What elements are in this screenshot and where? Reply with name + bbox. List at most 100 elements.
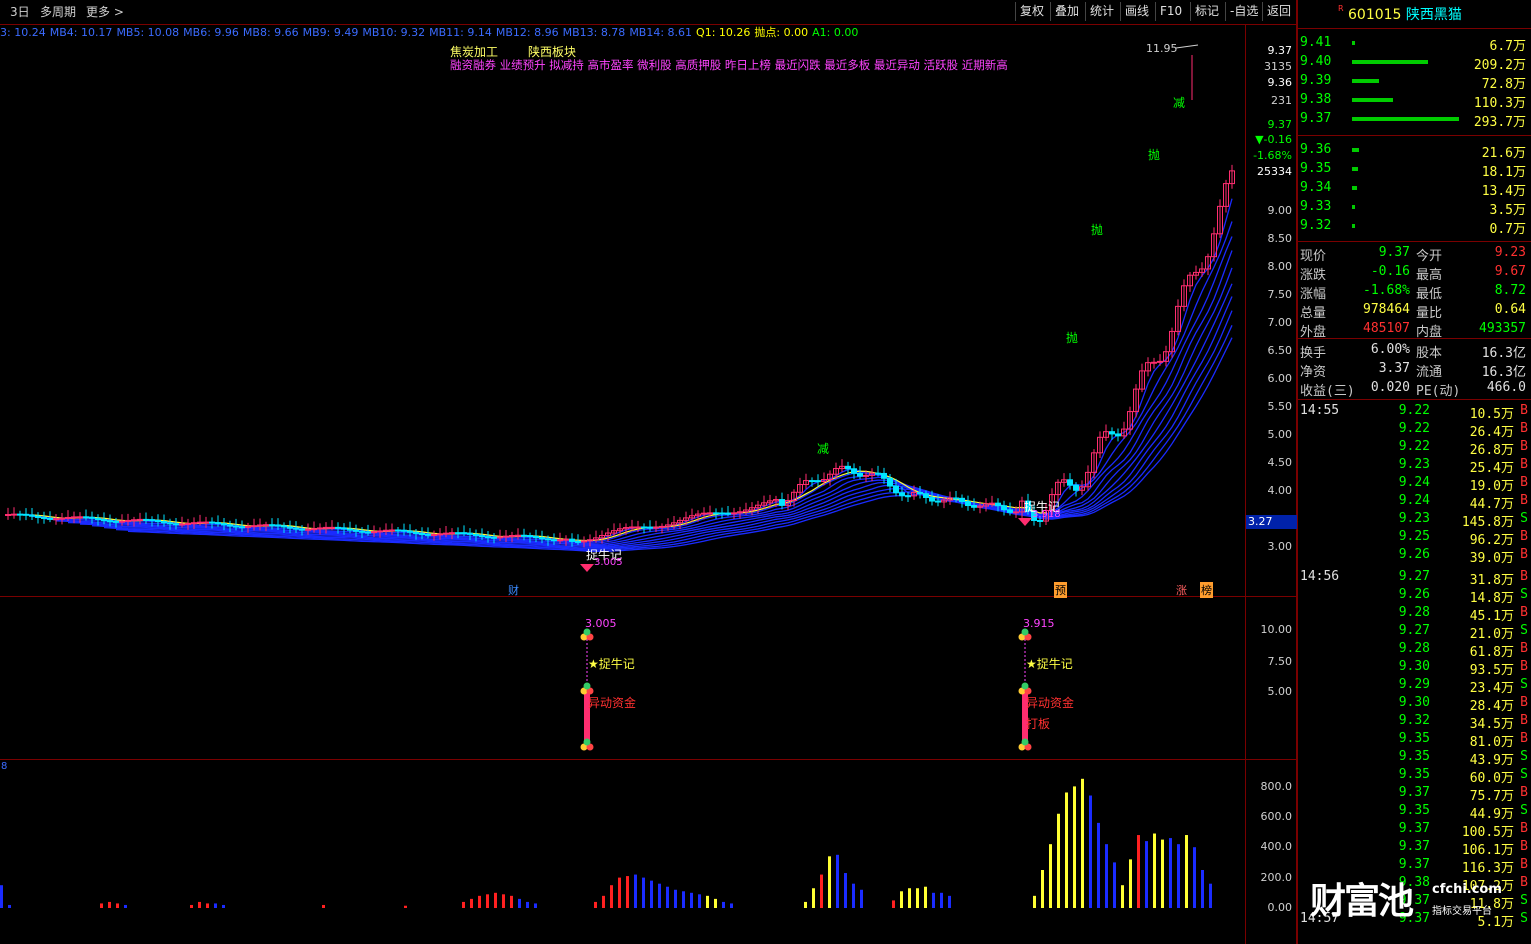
candle bbox=[197, 521, 203, 524]
candle bbox=[287, 526, 293, 529]
f10-button[interactable]: F10 bbox=[1155, 2, 1186, 21]
candle bbox=[311, 528, 317, 531]
ma-legend-item: MB4: 10.17 bbox=[49, 26, 113, 39]
candle bbox=[137, 518, 143, 521]
candle bbox=[845, 465, 851, 470]
stats-button[interactable]: 统计 bbox=[1085, 2, 1118, 21]
candle bbox=[989, 502, 995, 505]
tick-side: S bbox=[1520, 749, 1528, 764]
candle bbox=[503, 535, 509, 538]
candle bbox=[131, 519, 137, 522]
volume-bar bbox=[674, 889, 677, 908]
ma-legend-item: MB13: 8.78 bbox=[562, 26, 626, 39]
tick-volume: 39.0万 bbox=[1469, 551, 1514, 566]
tick-price: 9.28 bbox=[1398, 605, 1430, 620]
tick-time: 14:55 bbox=[1300, 403, 1340, 418]
volume-chart[interactable] bbox=[0, 760, 1245, 944]
tick-row: 9.35 60.0万 S bbox=[1298, 766, 1531, 786]
ask-bar bbox=[1352, 98, 1393, 102]
mark-button[interactable]: 标记 bbox=[1190, 2, 1223, 21]
candle bbox=[269, 524, 275, 527]
ask-price: 9.38 bbox=[1300, 92, 1332, 107]
volume-bar bbox=[836, 854, 839, 908]
signal-chart[interactable] bbox=[0, 597, 1245, 759]
candle bbox=[497, 536, 503, 539]
bull-value: 3.005 bbox=[594, 557, 623, 568]
candle bbox=[437, 533, 443, 536]
candle bbox=[467, 532, 473, 535]
candle bbox=[431, 534, 437, 537]
bid-row: 9.34 13.4万 bbox=[1298, 179, 1531, 199]
watchlist-button[interactable]: -自选 bbox=[1225, 2, 1262, 21]
tick-side: S bbox=[1520, 623, 1528, 638]
candle bbox=[317, 527, 323, 530]
list-mark[interactable]: 榜 bbox=[1200, 582, 1213, 598]
stat-label: 股本 bbox=[1416, 346, 1443, 361]
more-button[interactable]: 更多 > bbox=[86, 3, 124, 20]
volume-bar bbox=[1145, 841, 1148, 908]
candle bbox=[95, 517, 101, 521]
tick-price: 9.29 bbox=[1398, 677, 1430, 692]
volume-bar bbox=[940, 892, 943, 908]
draw-button[interactable]: 画线 bbox=[1120, 2, 1153, 21]
candle bbox=[419, 532, 425, 535]
candle bbox=[221, 523, 227, 526]
candle bbox=[863, 474, 869, 477]
volume-bar bbox=[510, 895, 513, 908]
back-button[interactable]: 返回 bbox=[1262, 2, 1295, 21]
overlay-button[interactable]: 叠加 bbox=[1050, 2, 1083, 21]
stock-code: 601015 bbox=[1348, 7, 1402, 23]
forecast-mark[interactable]: 预 bbox=[1054, 582, 1067, 598]
bull-diamond-icon bbox=[1018, 518, 1032, 526]
tick-price: 9.23 bbox=[1398, 457, 1430, 472]
volume-bar bbox=[222, 904, 225, 908]
ask-volume: 6.7万 bbox=[1489, 39, 1526, 54]
tick-side: S bbox=[1520, 511, 1528, 526]
multi-period-button[interactable]: 多周期 bbox=[40, 3, 76, 20]
tick-side: S bbox=[1520, 767, 1528, 782]
stat-value: 0.020 bbox=[1370, 380, 1410, 395]
candle bbox=[11, 513, 17, 516]
sub1-tick: 7.50 bbox=[1267, 655, 1293, 668]
volume-bar bbox=[602, 895, 605, 908]
volume-bar bbox=[908, 888, 911, 908]
period-3day-button[interactable]: 3日 bbox=[10, 3, 30, 20]
candle bbox=[329, 526, 335, 529]
candle bbox=[881, 472, 887, 479]
tick-price: 9.26 bbox=[1398, 587, 1430, 602]
limit-up-mark[interactable]: 涨 bbox=[1176, 582, 1187, 598]
ma-legend-item: MB8: 9.66 bbox=[242, 26, 299, 39]
candle bbox=[509, 534, 515, 537]
volume-bar bbox=[100, 903, 103, 908]
volume-bar bbox=[0, 885, 3, 908]
candle bbox=[389, 529, 395, 532]
candle bbox=[293, 527, 299, 530]
stat-value: 8.72 bbox=[1494, 283, 1526, 298]
candle bbox=[527, 535, 533, 538]
stat-label: 流通 bbox=[1416, 365, 1443, 380]
adjust-button[interactable]: 复权 bbox=[1015, 2, 1048, 21]
ask-row: 9.39 72.8万 bbox=[1298, 72, 1531, 92]
ma-line bbox=[20, 198, 1233, 542]
tick-row: 9.24 19.0万 B bbox=[1298, 474, 1531, 494]
candle bbox=[407, 530, 413, 533]
volume-bar bbox=[478, 895, 481, 908]
volume-bar bbox=[486, 894, 489, 908]
candle bbox=[473, 533, 479, 537]
candle bbox=[515, 534, 521, 537]
volume-bar bbox=[124, 904, 127, 908]
stock-title[interactable]: R 601015 陕西黑猫 bbox=[1338, 4, 1462, 24]
volume-bar bbox=[844, 873, 847, 908]
bid-volume: 21.6万 bbox=[1481, 146, 1526, 161]
candle bbox=[653, 526, 659, 529]
candle bbox=[449, 532, 455, 535]
tick-side: B bbox=[1520, 713, 1528, 728]
volume-bar bbox=[1185, 835, 1188, 908]
tick-price: 9.35 bbox=[1398, 749, 1430, 764]
candle bbox=[71, 516, 77, 519]
finance-mark[interactable]: 财 bbox=[508, 582, 519, 598]
candle bbox=[809, 480, 815, 483]
candle bbox=[401, 529, 407, 532]
axis-info-item: 25334 bbox=[1257, 165, 1292, 178]
signal-text: 异动资金 bbox=[588, 696, 637, 710]
